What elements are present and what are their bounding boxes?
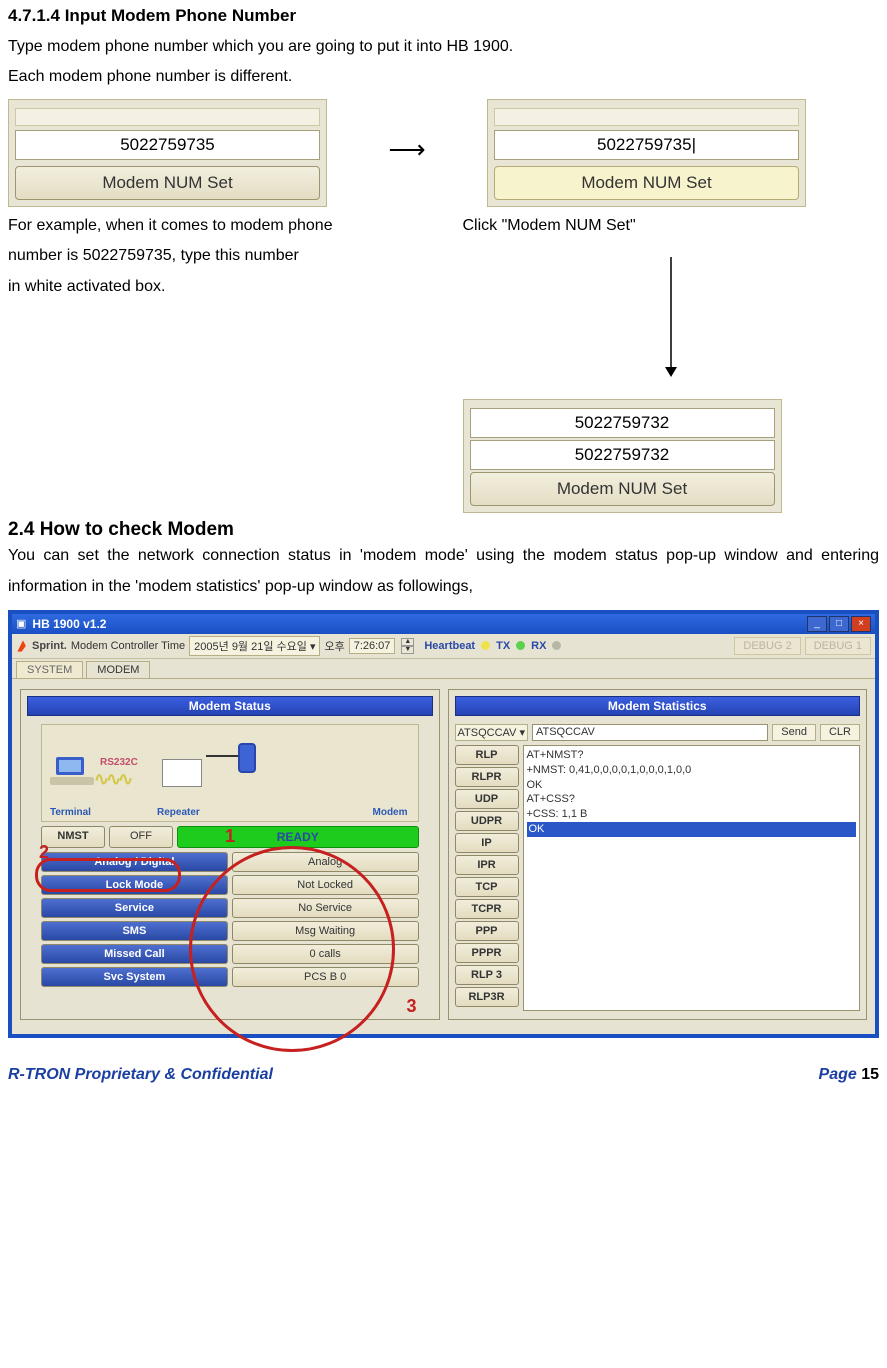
tx-label: TX <box>496 640 510 652</box>
modem-diagram: RS232C ∿∿∿ Terminal Repeater Modem <box>41 724 419 822</box>
app-window: ▣ HB 1900 v1.2 _ □ × Sprint. Modem Contr… <box>8 610 879 1038</box>
red-annotation-3: 3 <box>406 996 416 1017</box>
stat-btn-rlpr[interactable]: RLPR <box>455 767 519 787</box>
heartbeat-label: Heartbeat <box>424 640 475 652</box>
off-button[interactable]: OFF <box>109 826 173 848</box>
page-number: Page 15 <box>819 1066 879 1084</box>
arrow-right-icon: ⟶ <box>347 99 467 165</box>
sprint-label: Sprint. <box>32 640 67 652</box>
arrow-down-icon <box>463 257 880 377</box>
section-heading: 2.4 How to check Modem <box>8 519 879 541</box>
stat-btn-udpr[interactable]: UDPR <box>455 811 519 831</box>
caption-line: Click "Modem NUM Set" <box>463 211 880 241</box>
panel-c: 5022759732 5022759732 Modem NUM Set <box>463 399 782 513</box>
clr-button[interactable]: CLR <box>820 724 860 741</box>
section-heading: 4.7.1.4 Input Modem Phone Number <box>8 6 879 26</box>
stat-btn-ipr[interactable]: IPR <box>455 855 519 875</box>
modem-num-set-button[interactable]: Modem NUM Set <box>15 166 320 200</box>
tab-system[interactable]: SYSTEM <box>16 661 83 678</box>
app-icon: ▣ <box>16 617 26 630</box>
command-select[interactable]: ATSQCCAV ▾ <box>455 724 528 741</box>
console-line: OK <box>527 778 857 793</box>
send-button[interactable]: Send <box>772 724 816 741</box>
antenna-icon <box>206 755 246 757</box>
phone-number-input[interactable]: 5022759735| <box>494 130 799 160</box>
time-spinner[interactable]: ▲▼ <box>401 638 414 654</box>
caption-line: in white activated box. <box>8 272 425 302</box>
heartbeat-led-icon <box>481 641 490 650</box>
console-output[interactable]: AT+NMST? +NMST: 0,41,0,0,0,0,1,0,0,0,1,0… <box>523 745 861 1011</box>
tabstrip: SYSTEM MODEM <box>12 659 875 679</box>
console-line: AT+CSS? <box>527 792 857 807</box>
window-title: HB 1900 v1.2 <box>32 617 106 631</box>
ready-indicator: READY <box>177 826 419 848</box>
stat-btn-tcp[interactable]: TCP <box>455 877 519 897</box>
panel-a: 5022759735 Modem NUM Set <box>8 99 327 207</box>
panel-header-strip <box>494 108 799 126</box>
console-line: +NMST: 0,41,0,0,0,0,1,0,0,0,1,0,0 <box>527 763 857 778</box>
minimize-icon[interactable]: _ <box>807 616 827 632</box>
terminal-label: Terminal <box>50 807 91 818</box>
titlebar: ▣ HB 1900 v1.2 _ □ × <box>12 614 875 634</box>
phone-number-display[interactable]: 5022759735 <box>15 130 320 160</box>
command-input[interactable]: ATSQCCAV <box>532 724 768 741</box>
stat-btn-rlp[interactable]: RLP <box>455 745 519 765</box>
statistics-header: Modem Statistics <box>455 696 861 716</box>
close-icon[interactable]: × <box>851 616 871 632</box>
repeater-label: Repeater <box>157 807 200 818</box>
rx-led-icon <box>552 641 561 650</box>
para: You can set the network connection statu… <box>8 541 879 602</box>
toolbar: Sprint. Modem Controller Time 2005년 9월 2… <box>12 634 875 659</box>
console-selected-line: OK <box>527 822 857 837</box>
caption-line: number is 5022759735, type this number <box>8 241 425 271</box>
phone-number-top: 5022759732 <box>470 408 775 438</box>
para: Type modem phone number which you are go… <box>8 32 879 62</box>
caption-line: For example, when it comes to modem phon… <box>8 211 425 241</box>
modem-status-panel: Modem Status RS232C ∿∿∿ Terminal Repeate… <box>20 689 440 1020</box>
status-header: Modem Status <box>27 696 433 716</box>
para: Each modem phone number is different. <box>8 62 879 92</box>
date-field[interactable]: 2005년 9월 21일 수요일 ▾ <box>189 636 320 656</box>
debug2-button[interactable]: DEBUG 2 <box>734 637 800 655</box>
number-value: 5022759735 <box>597 135 692 154</box>
modem-num-set-button[interactable]: Modem NUM Set <box>470 472 775 506</box>
stat-btn-ppp[interactable]: PPP <box>455 921 519 941</box>
controller-time-label: Modem Controller Time <box>71 640 185 652</box>
nmst-button[interactable]: NMST <box>41 826 105 848</box>
stat-btn-rlp3[interactable]: RLP 3 <box>455 965 519 985</box>
stat-btn-tcpr[interactable]: TCPR <box>455 899 519 919</box>
laptop-icon <box>50 755 94 790</box>
tx-led-icon <box>516 641 525 650</box>
panel-header-strip <box>15 108 320 126</box>
panel-b: 5022759735| Modem NUM Set <box>487 99 806 207</box>
sprint-logo: Sprint. <box>16 639 67 653</box>
stat-btn-rlp3r[interactable]: RLP3R <box>455 987 519 1007</box>
modem-label: Modem <box>373 807 408 818</box>
console-line: AT+NMST? <box>527 748 857 763</box>
modem-statistics-panel: Modem Statistics ATSQCCAV ▾ ATSQCCAV Sen… <box>448 689 868 1020</box>
phone-number-input[interactable]: 5022759732 <box>470 440 775 470</box>
cable-icon: ∿∿∿ <box>94 769 130 790</box>
maximize-icon[interactable]: □ <box>829 616 849 632</box>
tab-modem[interactable]: MODEM <box>86 661 150 678</box>
red-circle-icon <box>189 846 395 1052</box>
repeater-icon <box>162 759 202 787</box>
footer-left: R-TRON Proprietary & Confidential <box>8 1066 273 1084</box>
stat-btn-ip[interactable]: IP <box>455 833 519 853</box>
console-line: +CSS: 1,1 B <box>527 807 857 822</box>
ampm-label: 오후 <box>324 638 344 654</box>
modem-num-set-button[interactable]: Modem NUM Set <box>494 166 799 200</box>
red-annotation-1: 1 <box>225 826 235 847</box>
debug1-button[interactable]: DEBUG 1 <box>805 637 871 655</box>
stat-btn-pppr[interactable]: PPPR <box>455 943 519 963</box>
text-caret-icon: | <box>692 135 696 154</box>
time-field[interactable]: 7:26:07 <box>349 638 396 654</box>
stat-btn-udp[interactable]: UDP <box>455 789 519 809</box>
red-circle-icon <box>35 858 181 892</box>
rs232c-label: RS232C <box>100 757 138 768</box>
rx-label: RX <box>531 640 546 652</box>
